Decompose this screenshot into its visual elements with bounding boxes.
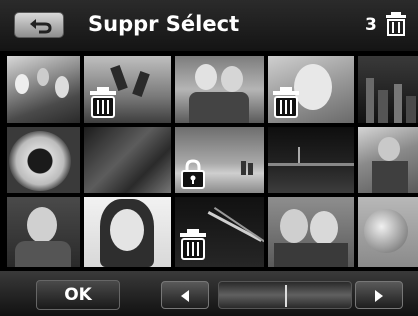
thumb-woman-smiling[interactable] bbox=[7, 197, 80, 267]
thumb-smiling-couple[interactable] bbox=[268, 197, 354, 267]
thumb-girl-portrait[interactable] bbox=[84, 197, 171, 267]
back-arrow-icon bbox=[30, 19, 52, 34]
bottom-toolbar: OK bbox=[0, 271, 418, 316]
thumb-kids-on-grass[interactable] bbox=[7, 56, 80, 123]
thumb-round-object[interactable] bbox=[358, 197, 418, 267]
previous-button[interactable] bbox=[161, 281, 209, 309]
thumb-two-children[interactable] bbox=[175, 56, 264, 123]
header-bar: Suppr Sélect 3 bbox=[0, 0, 418, 51]
thumb-city-skyline-night[interactable] bbox=[358, 56, 418, 123]
lock-icon bbox=[181, 159, 205, 189]
selected-count: 3 bbox=[365, 15, 377, 35]
thumb-leaf-closeup[interactable] bbox=[84, 127, 171, 193]
scrollbar-thumb[interactable] bbox=[285, 285, 287, 307]
page-title: Suppr Sélect bbox=[88, 12, 240, 36]
left-arrow-icon bbox=[181, 290, 189, 302]
thumb-baby-portrait[interactable] bbox=[268, 56, 354, 123]
thumb-city-lights[interactable] bbox=[268, 127, 354, 193]
trash-icon bbox=[90, 87, 116, 118]
trash-icon bbox=[180, 229, 206, 260]
back-button[interactable] bbox=[14, 12, 64, 38]
thumbnail-grid bbox=[0, 51, 418, 271]
thumb-boy-with-flags[interactable] bbox=[358, 127, 418, 193]
trash-icon bbox=[386, 12, 406, 36]
thumb-beach-couple[interactable] bbox=[175, 127, 264, 193]
thumb-kids-jumping-sky[interactable] bbox=[84, 56, 171, 123]
ok-button[interactable]: OK bbox=[36, 280, 120, 310]
right-arrow-icon bbox=[375, 290, 383, 302]
next-button[interactable] bbox=[355, 281, 403, 309]
scrollbar-track[interactable] bbox=[218, 281, 352, 309]
thumb-sunflower[interactable] bbox=[7, 127, 80, 193]
thumb-highway-lights[interactable] bbox=[175, 197, 264, 267]
trash-icon bbox=[273, 87, 299, 118]
